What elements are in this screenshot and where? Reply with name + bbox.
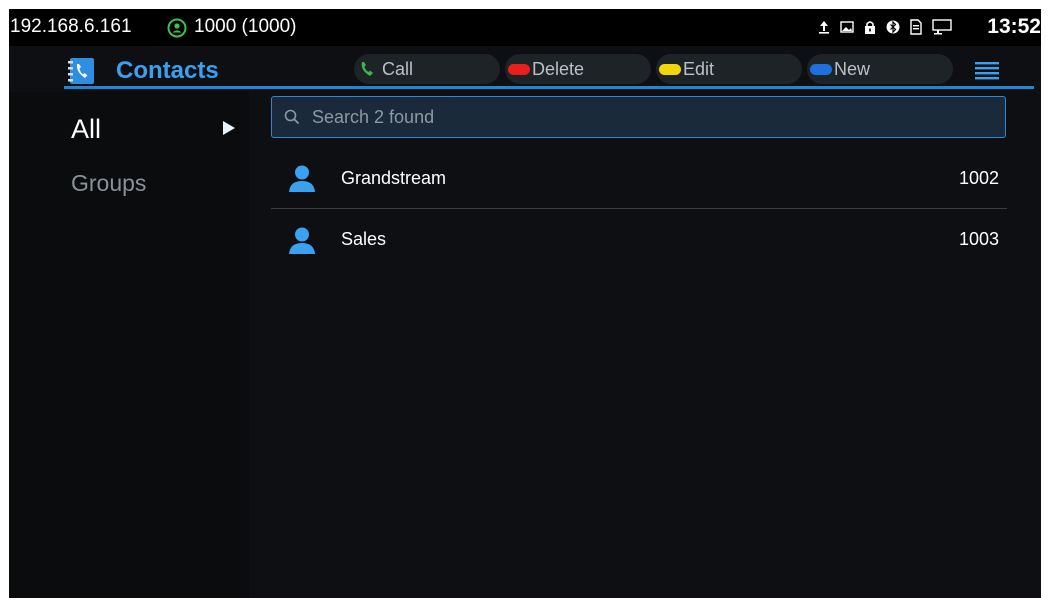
contact-name: Grandstream (341, 167, 447, 188)
contact-number: 1002 (958, 167, 999, 188)
status-bar: 192.168.6.161 1000 (1000) 13:52 (9, 9, 1041, 46)
contacts-book-icon (68, 58, 94, 84)
contact-name: Sales (341, 229, 387, 249)
search-icon (284, 109, 300, 125)
clock: 13:52 (987, 15, 1041, 38)
new-button[interactable]: New (807, 54, 953, 84)
call-button[interactable]: Call (354, 54, 500, 84)
picture-icon (840, 21, 854, 33)
red-key-icon (508, 63, 530, 75)
account-label: 1000 (1000) (194, 16, 297, 37)
account-status-icon (167, 18, 187, 38)
person-icon (289, 227, 315, 254)
search-box[interactable] (271, 96, 1006, 138)
new-label: New (834, 58, 871, 79)
edit-button[interactable]: Edit (656, 54, 802, 84)
blue-key-icon (810, 63, 832, 75)
delete-label: Delete (532, 58, 585, 79)
network-icon (932, 19, 952, 35)
sd-card-icon (910, 19, 922, 35)
upload-icon (819, 21, 829, 34)
system-icons (817, 19, 952, 35)
lock-icon (865, 21, 875, 34)
delete-button[interactable]: Delete (505, 54, 651, 84)
bluetooth-icon (886, 20, 900, 34)
left-nav (9, 92, 249, 598)
ip-address: 192.168.6.161 (10, 16, 132, 37)
phone-screen: 192.168.6.161 1000 (1000) 13:52 Contacts… (9, 9, 1041, 598)
page-title: Contacts (116, 57, 219, 84)
edit-label: Edit (683, 58, 715, 79)
selected-arrow-icon (223, 121, 235, 135)
menu-icon[interactable] (975, 62, 999, 80)
nav-item-all[interactable]: All (71, 114, 101, 145)
phone-icon (361, 62, 373, 76)
header-divider (64, 86, 1034, 89)
search-input[interactable] (312, 106, 952, 128)
contact-number: 1003 (958, 229, 999, 249)
contacts-list: Grandstream 1002 Sales 1003 (271, 148, 1007, 270)
call-label: Call (382, 58, 414, 79)
contact-row[interactable]: Grandstream 1002 (271, 148, 1007, 209)
person-icon (289, 165, 315, 192)
yellow-key-icon (659, 63, 681, 75)
nav-item-groups[interactable]: Groups (71, 170, 146, 197)
contact-row[interactable]: Sales 1003 (271, 209, 1007, 270)
